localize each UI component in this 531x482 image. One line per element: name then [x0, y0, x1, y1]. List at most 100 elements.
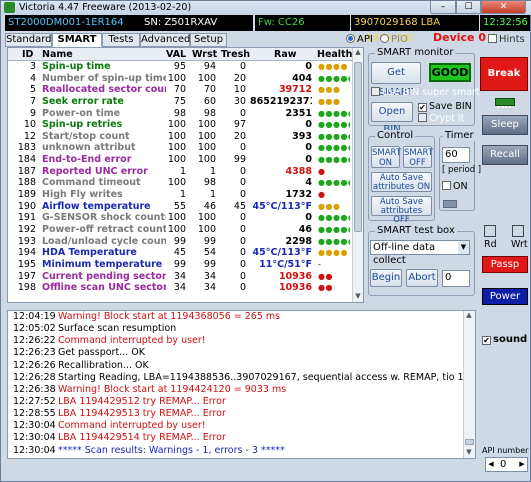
log-scroll-up-icon[interactable]: ▲ [464, 311, 474, 321]
sleep-button[interactable]: Sleep [482, 115, 528, 135]
table-row[interactable]: 193 Load/unload cycle count 99 99 0 2298 ●●●●● [8, 236, 352, 248]
crypt-it-checkbox[interactable] [418, 113, 427, 122]
increment-icon[interactable]: ▶ [517, 458, 527, 471]
table-row[interactable]: 3 Spin-up time 95 94 0 0 ●●●● [8, 61, 352, 73]
pio-radio[interactable] [380, 34, 390, 43]
table-row[interactable]: 190 Airflow temperature 55 46 45 45°C/113°F ●●… [8, 201, 352, 213]
table-row[interactable]: 187 Reported UNC error 1 1 0 4388 ● [8, 166, 352, 178]
sound-toggle[interactable]: ✔ sound [482, 334, 527, 345]
table-row[interactable]: 12 Start/stop count 100 100 20 393 ●●●●● [8, 131, 352, 143]
chevron-down-icon[interactable]: ▼ [458, 241, 469, 254]
table-row[interactable]: 10 Spin-up retries 100 100 97 0 ●●●●● [8, 119, 352, 131]
attr-health-cell: ●●●●● [318, 73, 350, 83]
attr-name-cell: unknown attribut [42, 142, 136, 154]
timer-on-checkbox[interactable] [442, 181, 451, 190]
smart-table-scrollbar[interactable]: ▲ ▼ [352, 48, 363, 302]
table-row[interactable]: 188 Command timeout 100 98 0 4 ●●●●● [8, 177, 352, 189]
table-row[interactable]: 198 Offline scan UNC sectors 34 34 0 10936 ●● [8, 282, 352, 294]
table-row[interactable]: 9 Power-on time 98 98 0 2351 ●●●●● [8, 108, 352, 120]
log-entry: 12:26:28 Starting Reading, LBA=1194388536… [8, 372, 475, 384]
attr-name-cell: End-to-End error [42, 154, 132, 166]
attr-wrst-cell: 100 [197, 119, 216, 131]
attr-health-cell: ●●●●● [318, 178, 350, 188]
table-row[interactable]: 183 unknown attribut 100 100 0 0 ●●●●● [8, 142, 352, 154]
rd-label: Rd [484, 239, 497, 250]
attr-health-cell: ●●●●● [318, 108, 350, 118]
tab-tests[interactable]: Tests [102, 33, 140, 47]
table-row[interactable]: 7 Seek error rate 75 60 30 8652192371 ●●● [8, 96, 352, 108]
hints-toggle[interactable]: Hints [488, 33, 525, 46]
autosave-off-button[interactable]: Auto Save attributes OFF [371, 196, 432, 225]
close-button[interactable]: ✕ [481, 1, 526, 14]
attr-raw-cell: 0 [305, 61, 312, 72]
passp-button[interactable]: Passp [482, 256, 528, 273]
scroll-down-icon[interactable]: ▼ [353, 292, 363, 302]
attr-wrst-cell: 94 [203, 61, 216, 72]
drive-serial: SN: Z501RXAV [141, 15, 253, 31]
tab-setup[interactable]: Setup [190, 33, 227, 47]
attr-wrst-cell: 60 [203, 95, 216, 107]
sound-checkbox[interactable]: ✔ [482, 336, 491, 345]
attr-name-cell: High Fly writes [42, 189, 123, 201]
log-time: 12:04:19 [13, 311, 56, 322]
attr-wrst-cell: 98 [203, 177, 216, 189]
power-button[interactable]: Power [482, 288, 528, 305]
timer-on-label: ON [453, 181, 468, 192]
log-scroll-thumb[interactable] [465, 439, 474, 445]
log-scrollbar[interactable]: ▲ ▼ [463, 311, 475, 458]
log-message: Warning! Block start at 1194424120 = 903… [58, 383, 287, 395]
table-row[interactable]: 4Number of spin-up times10010020404●●●●● [8, 73, 352, 85]
timer-input[interactable]: 60 [442, 147, 470, 163]
tab-standard[interactable]: Standard [5, 33, 52, 47]
log-time: 12:26:22 [13, 335, 56, 347]
timer-on-toggle[interactable]: ON [442, 181, 468, 192]
log-scroll-down-icon[interactable]: ▼ [464, 448, 474, 458]
attr-health-cell: ●●●●● [318, 131, 350, 141]
attr-tresh-cell: 30 [233, 95, 246, 107]
test-type-select[interactable]: Off-line data collect ▼ [370, 240, 470, 266]
maximize-button[interactable]: ☐ [456, 1, 481, 14]
open-bin-button[interactable]: Open BIN [371, 102, 413, 135]
api-radio[interactable] [346, 34, 355, 43]
minimize-button[interactable]: – [430, 1, 456, 14]
table-row[interactable]: 192Power-off retract count100100046●●●●● [8, 224, 352, 236]
attr-raw-cell: 10936 [278, 282, 312, 294]
tab-advanced[interactable]: Advanced [140, 33, 190, 47]
get-smart-button[interactable]: Get SMART [371, 62, 421, 98]
save-bin-toggle[interactable]: ✔ Save BIN [418, 101, 472, 112]
hints-checkbox[interactable] [488, 34, 497, 43]
api-number-field[interactable]: ◀ 0 ▶ [485, 457, 528, 472]
begin-button[interactable]: Begin [370, 269, 402, 287]
table-row[interactable]: 5 Reallocated sector count 70 70 10 39712 ●●● [8, 84, 352, 96]
table-row[interactable]: 189 High Fly writes 1 1 0 1732 ● [8, 189, 352, 201]
smart-off-button[interactable]: SMART OFF [403, 146, 433, 168]
scroll-thumb[interactable] [354, 62, 362, 232]
title-bar[interactable]: Victoria 4.47 Freeware (2013-02-20) – ☐ … [1, 1, 531, 15]
table-row[interactable]: 197 Current pending sectors 34 34 0 10936 ●● [8, 271, 352, 283]
smart-on-button[interactable]: SMART ON [371, 146, 401, 168]
use-bin-checkbox[interactable] [371, 87, 380, 96]
table-row[interactable]: 191G-SENSOR shock counter10010000●●●●● [8, 212, 352, 224]
attr-tresh-cell: 0 [239, 282, 246, 294]
col-id: ID [22, 49, 34, 60]
table-row[interactable]: 195 Minimum temperature 99 99 0 11°C/51°F - [8, 259, 352, 271]
autosave-on-button[interactable]: Auto Save attributes ON [371, 172, 432, 192]
table-row[interactable]: 194 HDA Temperature 45 54 0 45°C/113°F ●●●● [8, 247, 352, 259]
recall-button[interactable]: Recall [482, 145, 528, 165]
table-row[interactable]: 184 End-to-End error 100 100 99 0 ●●●●● [8, 154, 352, 166]
smart-monitor-label: SMART monitor [375, 47, 456, 58]
scroll-up-icon[interactable]: ▲ [353, 48, 363, 58]
decrement-icon[interactable]: ◀ [486, 458, 496, 471]
tab-smart[interactable]: SMART [52, 33, 102, 47]
break-all-button[interactable]: Break All [480, 57, 528, 111]
save-bin-checkbox[interactable]: ✔ [418, 103, 427, 112]
log-message: LBA 1194429514 try REMAP... Error [58, 432, 226, 444]
log-time: 12:28:55 [13, 408, 56, 420]
attr-val-cell: 100 [167, 119, 186, 131]
api-number-value: 0 [500, 459, 507, 470]
use-bin-toggle[interactable]: Use BIN super smart [371, 87, 480, 98]
app-icon [4, 2, 15, 13]
crypt-it-toggle[interactable]: Crypt it [418, 113, 464, 124]
attr-wrst-cell: 54 [203, 247, 216, 259]
abort-button[interactable]: Abort [406, 269, 438, 287]
